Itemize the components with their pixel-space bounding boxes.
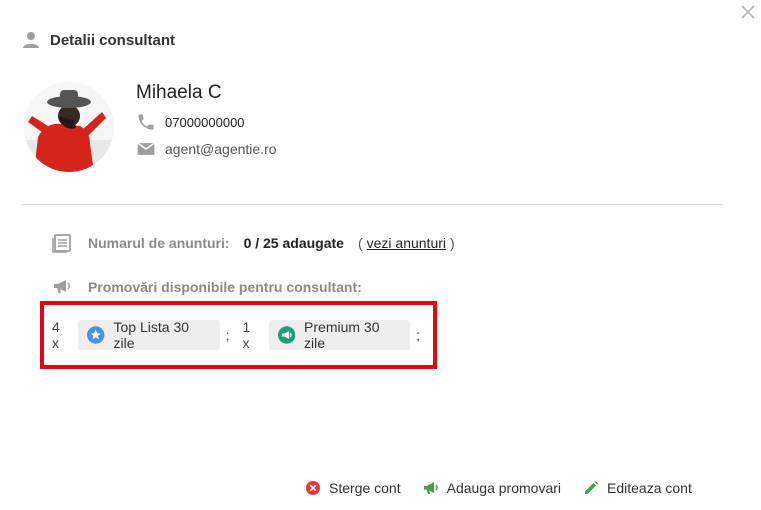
promotions-highlight-box: 4 x Top Lista 30 zile ; 1 x Premium 30 z… [40, 301, 437, 369]
promo-name: Top Lista 30 zile [113, 319, 190, 351]
pencil-icon [585, 481, 599, 494]
megaphone-icon [423, 482, 438, 494]
add-promotions-button[interactable]: Adauga promovari [423, 480, 561, 496]
person-icon [23, 32, 39, 48]
avatar [24, 82, 114, 172]
promo-separator: ; [416, 327, 420, 343]
add-promotions-label: Adauga promovari [446, 480, 562, 496]
close-button[interactable] [738, 2, 758, 22]
phone-row: 07000000000 [136, 112, 245, 132]
megaphone-icon [277, 326, 296, 344]
edit-account-button[interactable]: Editeaza cont [583, 480, 692, 496]
envelope-icon [137, 142, 155, 155]
megaphone-icon [54, 280, 70, 293]
promo-quantity: 1 x [242, 319, 251, 351]
consultant-phone: 07000000000 [165, 114, 245, 130]
section-divider [22, 204, 723, 205]
dialog-actions: Sterge cont Adauga promovari Editeaza co… [283, 479, 692, 497]
dialog-header: Detalii consultant [22, 29, 175, 51]
view-listings-link[interactable]: vezi anunturi [367, 235, 446, 251]
consultant-email: agent@agentie.ro [165, 141, 277, 157]
promotions-label: Promovări disponibile pentru consultant: [88, 279, 362, 295]
promotions-row: Promovări disponibile pentru consultant: [52, 277, 362, 297]
close-icon [741, 5, 755, 19]
list-icon [52, 234, 71, 253]
avatar-photo [24, 82, 114, 172]
promo-chip-premium: Premium 30 zile [268, 319, 411, 351]
listings-count: 0 / 25 adaugate [243, 235, 344, 251]
star-icon [87, 326, 105, 344]
delete-account-label: Sterge cont [329, 480, 401, 496]
cancel-circle-icon [306, 481, 320, 495]
promo-separator: ; [225, 327, 230, 343]
promo-name: Premium 30 zile [304, 319, 380, 351]
delete-account-button[interactable]: Sterge cont [305, 480, 401, 496]
consultant-name: Mihaela C [136, 82, 222, 103]
listings-row: Numarul de anunturi: 0 / 25 adaugate ( v… [52, 233, 455, 253]
paren-close: ) [450, 235, 455, 251]
phone-icon [138, 114, 154, 130]
edit-account-label: Editeaza cont [607, 480, 692, 496]
listings-label: Numarul de anunturi: [88, 235, 230, 251]
promo-quantity: 4 x [52, 319, 60, 351]
email-row: agent@agentie.ro [136, 139, 277, 159]
dialog-title: Detalii consultant [50, 31, 176, 49]
paren-open: ( [357, 235, 363, 251]
promo-chip-top-lista: Top Lista 30 zile [78, 319, 220, 351]
